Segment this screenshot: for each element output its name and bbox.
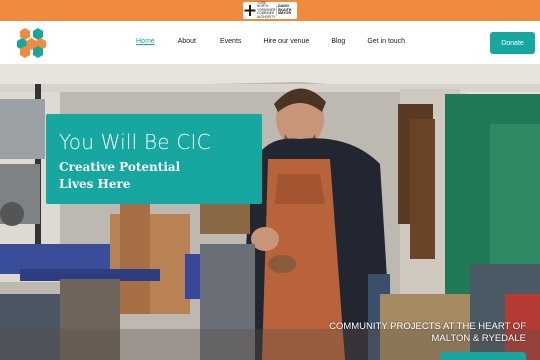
- partner-logo[interactable]: YORK NORTH YORKSHIRE COMBINED AUTHORITY …: [243, 0, 297, 19]
- nav-links: Home About Events Hire our venue Blog Ge…: [136, 38, 405, 45]
- nav-item-get-in-touch[interactable]: Get in touch: [367, 38, 405, 45]
- nav-item-about[interactable]: About: [178, 38, 196, 45]
- tagline-line2: MALTON & RYEDALE: [431, 333, 526, 344]
- hexagon-cluster-icon[interactable]: [15, 26, 48, 59]
- hero-subtitle: Creative Potential Lives Here: [59, 159, 249, 193]
- nav-item-events[interactable]: Events: [220, 38, 241, 45]
- nav-item-home[interactable]: Home: [136, 38, 155, 45]
- hero-subtitle-line1: Creative Potential: [59, 160, 181, 174]
- cross-logo-icon: [245, 5, 255, 16]
- main-navigation: Home About Events Hire our venue Blog Ge…: [0, 21, 540, 64]
- partner-logo-text: YORK NORTH YORKSHIRE COMBINED AUTHORITY: [257, 0, 276, 19]
- hero-cta-button[interactable]: [440, 352, 526, 360]
- top-banner: YORK NORTH YORKSHIRE COMBINED AUTHORITY …: [0, 0, 540, 21]
- nav-item-blog[interactable]: Blog: [331, 38, 345, 45]
- hero-title: You Will Be CIC: [59, 130, 211, 154]
- hero-section: [0, 64, 540, 360]
- donate-button[interactable]: Donate: [490, 32, 535, 54]
- nav-item-hire-venue[interactable]: Hire our venue: [263, 38, 309, 45]
- hero-subtitle-line2: Lives Here: [59, 177, 131, 191]
- hero-photo: [0, 64, 540, 360]
- hero-card: You Will Be CIC Creative Potential Lives…: [46, 114, 262, 204]
- mayor-logo-text: DAVID SKAITH MAYOR: [276, 4, 294, 17]
- hero-tagline: COMMUNITY PROJECTS AT THE HEART OF MALTO…: [316, 321, 526, 345]
- tagline-line1: COMMUNITY PROJECTS AT THE HEART OF: [329, 321, 526, 332]
